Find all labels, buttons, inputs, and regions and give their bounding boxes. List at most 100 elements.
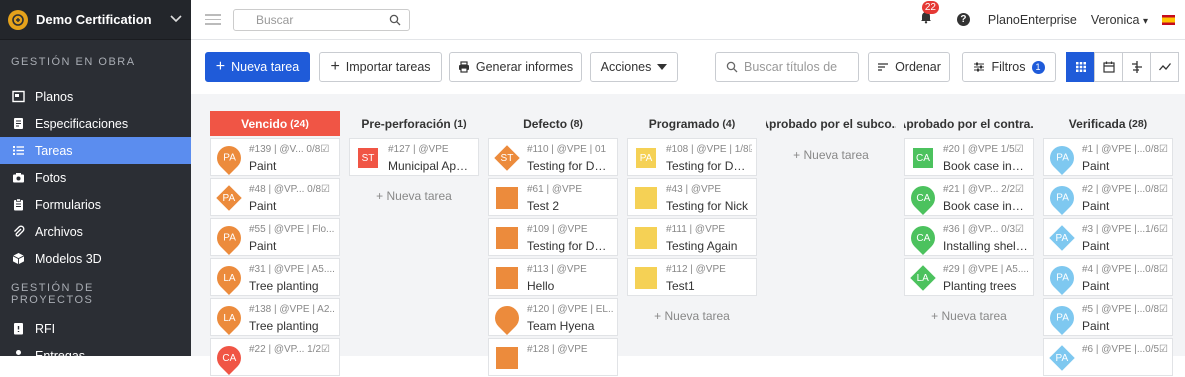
chart-view-button[interactable] (1150, 52, 1179, 82)
task-card[interactable]: LA #29 | @VPE | A5.... Planting trees (904, 258, 1034, 296)
task-marker-abbr: PA (1055, 192, 1069, 204)
task-card[interactable]: #112 | @VPE Test1 (627, 258, 757, 296)
company-logo-icon (8, 9, 28, 30)
task-meta: #61 | @VPE (527, 184, 582, 195)
task-card[interactable]: PA #5 | @VPE |...0/8☑ Paint (1043, 298, 1173, 336)
add-task-link[interactable]: + Nueva tarea (766, 136, 896, 162)
calendar-icon (1102, 61, 1115, 73)
generate-reports-button[interactable]: Generar informes (449, 52, 582, 82)
task-meta: #43 | @VPE (666, 184, 721, 195)
notifications-button[interactable]: 22 (919, 1, 939, 29)
sort-button[interactable]: Ordenar (868, 52, 950, 82)
task-meta: #6 | @VPE |...0/5☑ (1082, 344, 1168, 355)
task-meta: #22 | @VP... 1/2☑ (249, 344, 331, 355)
board-column: Verificada (28) PA #1 | @VPE |...0/8☑ Paint P… (1043, 111, 1173, 377)
help-icon[interactable]: ? (956, 13, 970, 26)
task-card[interactable]: CA #22 | @VP... 1/2☑ (210, 338, 340, 376)
company-name[interactable]: PlanoEnterprise (988, 13, 1077, 27)
task-card[interactable]: PA #6 | @VPE |...0/5☑ (1043, 338, 1173, 376)
printer-icon (458, 61, 469, 73)
task-marker-icon: CA (906, 181, 940, 215)
task-title: Testing for Der... (527, 159, 613, 173)
sidebar-item-label: Entregas (35, 348, 86, 357)
calendar-view-button[interactable] (1094, 52, 1123, 82)
search-icon (389, 14, 401, 25)
sort-icon (878, 63, 889, 71)
column-title: Programado (648, 116, 720, 131)
board-view-button[interactable] (1066, 52, 1095, 82)
task-marker-icon: ST (358, 148, 378, 168)
sidebar-item-label: Especificaciones (35, 116, 129, 131)
column-header[interactable]: Vencido (24) (210, 111, 340, 136)
board-column: Aprobado por el subco... + Nueva tarea (766, 111, 896, 163)
task-card[interactable]: PA #4 | @VPE |...0/8☑ Paint (1043, 258, 1173, 296)
add-task-link[interactable]: + Nueva tarea (904, 297, 1034, 323)
chevron-down-icon[interactable] (169, 11, 183, 28)
task-card[interactable]: PA #139 | @V... 0/8☑ Paint (210, 138, 340, 176)
sidebar-item-planos[interactable]: Planos (0, 83, 191, 110)
new-task-button[interactable]: + Nueva tarea (205, 52, 310, 82)
camera-icon (11, 171, 25, 185)
gantt-view-button[interactable] (1122, 52, 1151, 82)
task-card[interactable]: CA #36 | @VP... 0/3☑ Installing shelvi... (904, 218, 1034, 256)
menu-icon[interactable] (205, 14, 221, 25)
column-header[interactable]: Pre-perforación (1) (349, 111, 479, 136)
task-meta: #21 | @VP... 2/2☑ (943, 184, 1025, 195)
column-header[interactable]: Aprobado por el contra... (904, 111, 1034, 136)
task-card[interactable]: #109 | @VPE Testing for Der... (488, 218, 618, 256)
add-task-link[interactable]: + Nueva tarea (627, 297, 757, 323)
actions-dropdown[interactable]: Acciones (590, 52, 678, 82)
import-tasks-label: Importar tareas (345, 60, 431, 74)
project-selector[interactable]: Demo Certification (0, 0, 191, 40)
task-marker-icon: PA (1045, 261, 1079, 295)
task-card[interactable]: PA #55 | @VPE | Flo... Paint (210, 218, 340, 256)
task-card[interactable]: #113 | @VPE Hello (488, 258, 618, 296)
task-marker-icon (496, 267, 518, 289)
task-marker-abbr: PA (1055, 312, 1069, 324)
task-card[interactable]: PA #3 | @VPE |...1/6☑ Paint (1043, 218, 1173, 256)
task-card[interactable]: CA #21 | @VP... 2/2☑ Book case insta... (904, 178, 1034, 216)
task-card[interactable]: #43 | @VPE Testing for Nick (627, 178, 757, 216)
task-marker-icon (496, 187, 518, 209)
column-title: Aprobado por el subco... (766, 116, 896, 131)
task-card[interactable]: CA #20 | @VPE 1/5☑ Book case insta... (904, 138, 1034, 176)
column-header[interactable]: Defecto (8) (488, 111, 618, 136)
task-card[interactable]: ST #127 | @VPE Municipal Appr... (349, 138, 479, 176)
task-card[interactable]: #128 | @VPE (488, 338, 618, 376)
task-marker-icon: PA (212, 141, 246, 175)
column-header[interactable]: Aprobado por el subco... (766, 111, 896, 136)
task-card[interactable]: LA #138 | @VPE | A2... Tree planting (210, 298, 340, 336)
task-card[interactable]: ST #110 | @VPE | 01 Testing for Der... (488, 138, 618, 176)
task-card[interactable]: PA #2 | @VPE |...0/8☑ Paint (1043, 178, 1173, 216)
sidebar-item-modelos-3d[interactable]: Modelos 3D (0, 245, 191, 272)
column-header[interactable]: Programado (4) (627, 111, 757, 136)
task-card[interactable]: PA #48 | @VP... 0/8☑ Paint (210, 178, 340, 216)
search-titles-input[interactable]: Buscar títulos de (715, 52, 859, 82)
task-card[interactable]: #120 | @VPE | EL... Team Hyena (488, 298, 618, 336)
board-column: Defecto (8) ST #110 | @VPE | 01 Testing for … (488, 111, 618, 377)
task-marker-abbr: LA (222, 272, 236, 284)
task-title: Team Hyena (527, 319, 595, 333)
sidebar-item-rfi[interactable]: RFI (0, 315, 191, 342)
import-tasks-button[interactable]: + Importar tareas (319, 52, 442, 82)
sidebar-item-archivos[interactable]: Archivos (0, 218, 191, 245)
add-task-link[interactable]: + Nueva tarea (349, 177, 479, 203)
sidebar-item-formularios[interactable]: Formularios (0, 191, 191, 218)
task-card[interactable]: PA #1 | @VPE |...0/8☑ Paint (1043, 138, 1173, 176)
search-icon (726, 61, 738, 73)
spain-flag-icon[interactable] (1162, 14, 1175, 25)
user-menu[interactable]: Veronica ▾ (1091, 13, 1148, 27)
plus-icon: + (215, 58, 226, 75)
column-header[interactable]: Verificada (28) (1043, 111, 1173, 136)
task-card[interactable]: LA #31 | @VPE | A5.... Tree planting (210, 258, 340, 296)
global-search-input[interactable]: Buscar (233, 8, 410, 31)
sidebar-item-tareas[interactable]: Tareas (0, 137, 191, 164)
sidebar-item-entregas[interactable]: Entregas (0, 342, 191, 356)
task-card[interactable]: PA #108 | @VPE | 1/8☑ Testing for Derek (627, 138, 757, 176)
sidebar-item-fotos[interactable]: Fotos (0, 164, 191, 191)
task-card[interactable]: #61 | @VPE Test 2 (488, 178, 618, 216)
task-card[interactable]: #111 | @VPE Testing Again (627, 218, 757, 256)
task-meta: #127 | @VPE (388, 144, 449, 155)
filters-button[interactable]: Filtros 1 (962, 52, 1056, 82)
sidebar-item-especificaciones[interactable]: Especificaciones (0, 110, 191, 137)
